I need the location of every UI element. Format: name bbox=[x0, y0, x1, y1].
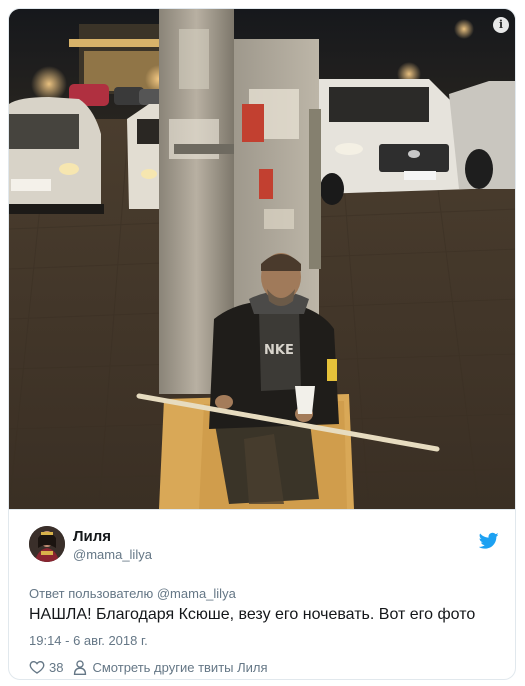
svg-text:NKE: NKE bbox=[264, 343, 294, 358]
reply-to-handle[interactable]: @mama_lilya bbox=[157, 586, 236, 601]
author-name[interactable]: Лиля bbox=[73, 528, 111, 545]
like-count[interactable]: 38 bbox=[49, 660, 63, 675]
photo-illustration: NKE bbox=[9, 9, 515, 509]
tweet-timestamp[interactable]: 19:14 - 6 авг. 2018 г. bbox=[29, 633, 148, 648]
more-tweets-link[interactable]: Смотреть другие твиты Лиля bbox=[92, 660, 267, 675]
reply-prefix: Ответ пользователю bbox=[29, 586, 154, 601]
twitter-bird-icon[interactable] bbox=[479, 532, 499, 550]
tweet-embed: NKE i Лиля @mama_lilya Ответ пользовател… bbox=[8, 8, 516, 680]
info-icon[interactable]: i bbox=[493, 17, 509, 33]
person-icon[interactable] bbox=[73, 659, 87, 675]
tweet-photo[interactable]: NKE i bbox=[9, 9, 515, 509]
heart-icon[interactable] bbox=[29, 659, 45, 675]
tweet-text: НАШЛА! Благодаря Ксюше, везу его ночеват… bbox=[29, 606, 476, 623]
avatar-image bbox=[29, 526, 65, 562]
tweet-card: Лиля @mama_lilya Ответ пользователю @mam… bbox=[9, 509, 515, 679]
tweet-actions: 38 Смотреть другие твиты Лиля bbox=[29, 658, 268, 676]
reply-context: Ответ пользователю @mama_lilya bbox=[29, 586, 236, 601]
avatar[interactable] bbox=[29, 526, 65, 562]
author-handle[interactable]: @mama_lilya bbox=[73, 547, 152, 562]
